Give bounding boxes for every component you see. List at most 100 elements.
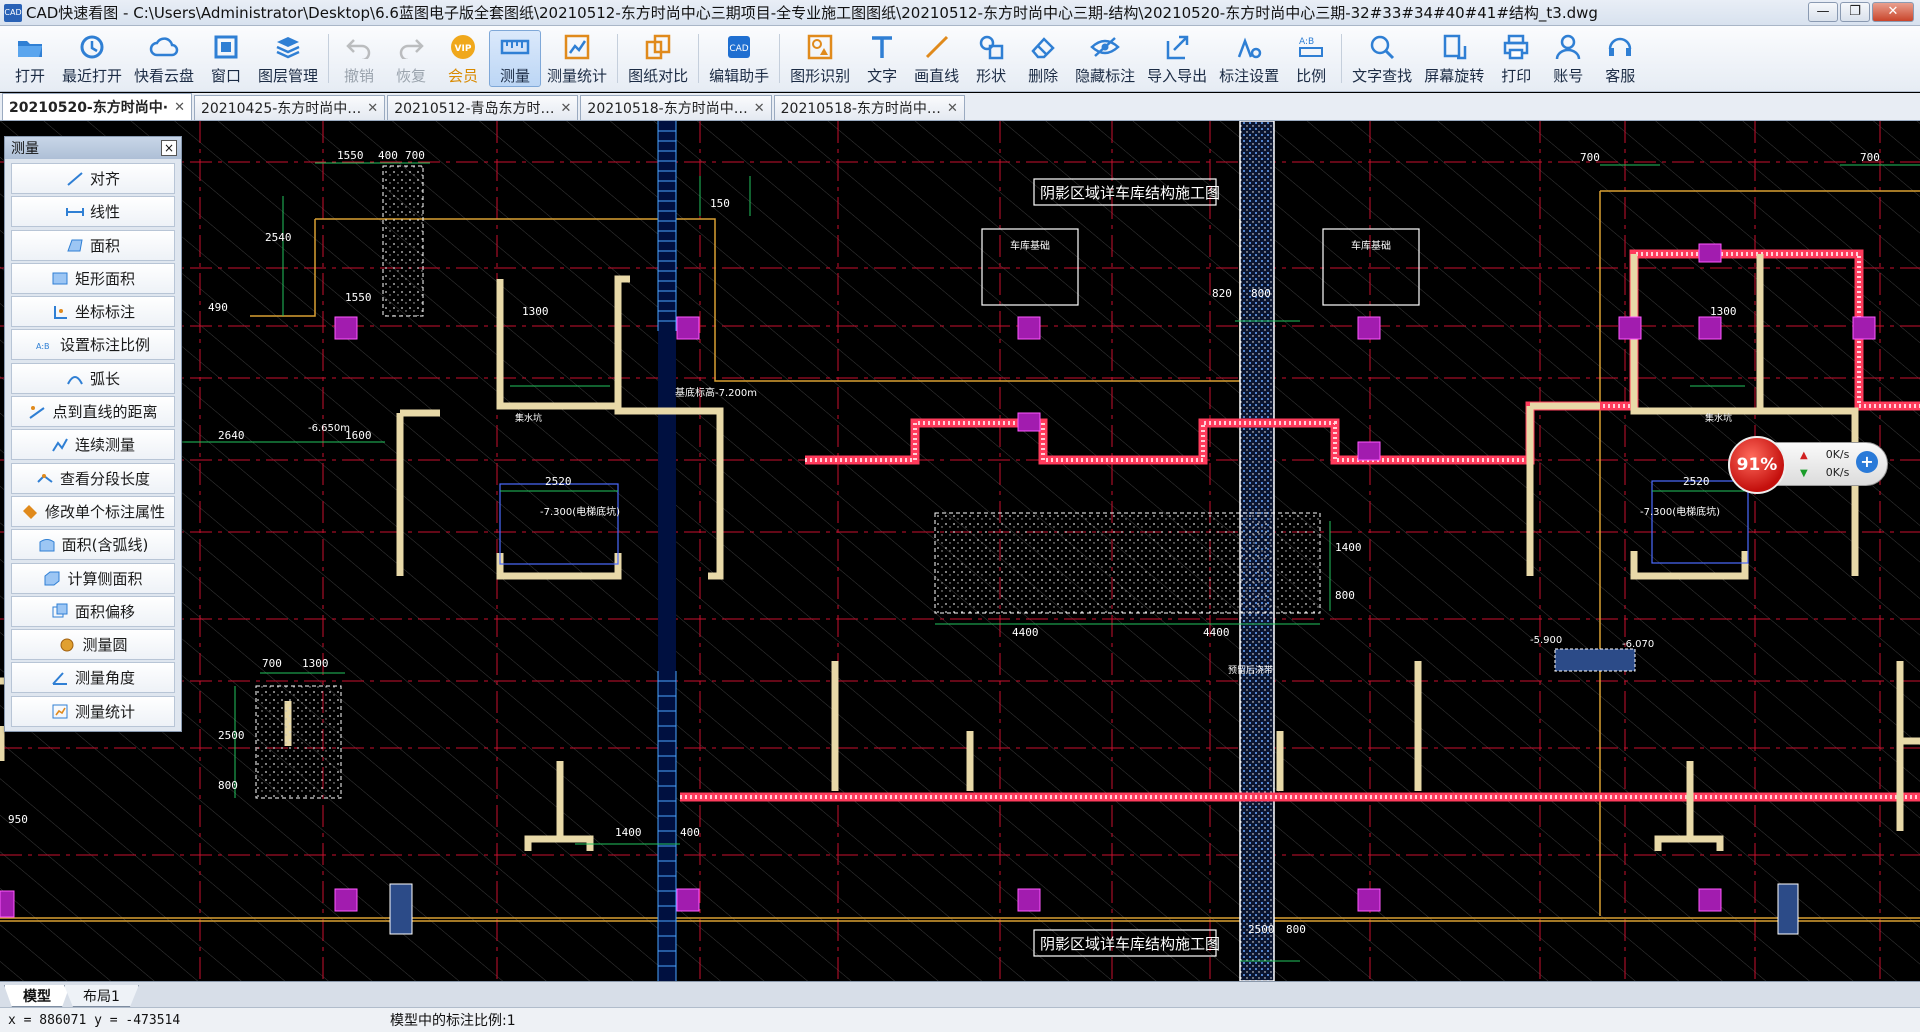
svg-text:2640: 2640 [218,429,245,442]
account-button[interactable]: 账号 [1542,26,1594,91]
support-icon [1605,32,1635,62]
draw-line-button[interactable]: 画直线 [908,26,965,91]
svg-text:490: 490 [208,301,228,314]
app-logo-icon: CAD [4,3,22,22]
svg-text:阴影区域详车库结构施工图: 阴影区域详车库结构施工图 [1040,935,1220,953]
measure-angle-button[interactable]: 测量角度 [11,662,175,694]
hide-annotation-button[interactable]: 隐藏标注 [1069,26,1141,91]
cloud-drive-button[interactable]: 快看云盘 [128,26,200,91]
scale-button[interactable]: A:B 比例 [1285,26,1337,91]
redo-button[interactable]: 恢复 [385,26,437,91]
svg-text:1300: 1300 [1710,305,1737,318]
print-button[interactable]: 打印 [1490,26,1542,91]
measure-coordinate-button[interactable]: 坐标标注 [11,296,175,328]
delete-button[interactable]: 删除 [1017,26,1069,91]
measure-area-button[interactable]: 面积 [11,229,175,261]
svg-text:2520: 2520 [545,475,572,488]
download-arrow-icon: ▼ [1800,468,1808,479]
measure-arc-area-button[interactable]: 面积(含弧线) [11,529,175,561]
memory-usage-ball[interactable]: 91% [1728,436,1786,494]
measure-panel-title: 测量 [11,141,39,157]
measure-arc-length-button[interactable]: 弧长 [11,362,175,394]
svg-text:700: 700 [1860,151,1880,164]
document-tab[interactable]: 20210518-东方时尚中… ✕ [773,95,965,120]
window-button[interactable]: 窗口 [200,26,252,91]
line-icon [922,32,952,62]
eraser-icon [1028,32,1058,62]
open-button[interactable]: 打开 [4,26,56,91]
measure-point-line-button[interactable]: 点到直线的距离 [11,396,175,428]
measure-button[interactable]: 测量 [489,30,542,87]
print-icon [1501,32,1531,62]
document-tab[interactable]: 20210520-东方时尚中· ✕ [2,93,192,120]
text-icon [867,32,897,62]
measure-set-scale-button[interactable]: A:B 设置标注比例 [11,329,175,361]
support-button[interactable]: 客服 [1594,26,1646,91]
arc-area-icon [39,538,55,552]
document-tab[interactable]: 20210518-东方时尚中… ✕ [580,95,772,120]
screen-rotate-button[interactable]: 屏幕旋转 [1418,26,1490,91]
toolbar-separator [328,34,330,83]
measure-stats-panel-button[interactable]: 测量统计 [11,695,175,727]
measure-area-offset-button[interactable]: 面积偏移 [11,595,175,627]
layer-manager-button[interactable]: 图层管理 [252,26,324,91]
network-boost-button[interactable]: + [1856,451,1878,473]
tab-close-icon[interactable]: ✕ [754,101,765,116]
cloud-icon [149,32,179,62]
svg-text:700: 700 [405,149,425,162]
svg-text:4400: 4400 [1012,626,1039,639]
tab-close-icon[interactable]: ✕ [561,101,572,116]
measure-segment-button[interactable]: 查看分段长度 [11,462,175,494]
tab-close-icon[interactable]: ✕ [367,101,378,116]
measure-linear-button[interactable]: 线性 [11,196,175,228]
vip-button[interactable]: VIP 会员 [437,26,489,91]
measure-edit-annotation-button[interactable]: 修改单个标注属性 [11,495,175,527]
title-bar: CAD CAD快速看图 - C:\Users\Administrator\Des… [0,0,1920,26]
measure-circle-button[interactable]: 测量圆 [11,629,175,661]
layout-tab-layout1[interactable]: 布局1 [64,985,139,1007]
maximize-button[interactable]: ❐ [1840,2,1870,22]
document-tab[interactable]: 20210512-青岛东方时… ✕ [387,95,579,120]
text-button[interactable]: 文字 [856,26,908,91]
annotation-settings-icon [1234,32,1264,62]
toolbar-separator [779,34,781,83]
measure-side-area-button[interactable]: 计算侧面积 [11,562,175,594]
measure-continuous-button[interactable]: 连续测量 [11,429,175,461]
toolbar-separator [617,34,619,83]
text-search-button[interactable]: 文字查找 [1346,26,1418,91]
svg-text:700: 700 [1580,151,1600,164]
import-export-button[interactable]: 导入导出 [1141,26,1213,91]
svg-text:阴影区域详车库结构施工图: 阴影区域详车库结构施工图 [1040,184,1220,202]
drawing-canvas[interactable]: 1550 400 700 150 700 700 2540 1550 490 1… [0,121,1920,981]
measure-panel-header[interactable]: 测量 × [5,137,181,159]
measure-stats-button[interactable]: 测量统计 [541,26,613,91]
rect-area-icon [52,272,68,285]
shape-recognize-button[interactable]: 图形识别 [784,26,856,91]
cad-drawing[interactable]: 1550 400 700 150 700 700 2540 1550 490 1… [0,121,1920,981]
svg-text:集水坑: 集水坑 [1705,412,1732,424]
cursor-coordinates: x = 886071 y = -473514 [8,1012,181,1028]
measure-stats-icon [562,32,592,62]
close-icon[interactable]: × [161,140,177,156]
shape-button[interactable]: 形状 [965,26,1017,91]
measure-align-button[interactable]: 对齐 [11,163,175,194]
tab-close-icon[interactable]: ✕ [947,101,958,116]
undo-button[interactable]: 撤销 [333,26,385,91]
layout-tab-model[interactable]: 模型 [4,985,70,1007]
account-icon [1553,32,1583,62]
measure-rect-area-button[interactable]: 矩形面积 [11,262,175,294]
recent-icon [77,32,107,62]
minimize-button[interactable]: — [1808,2,1838,22]
recent-open-button[interactable]: 最近打开 [56,26,128,91]
svg-text:1300: 1300 [522,305,549,318]
vip-badge-text: VIP [455,44,472,54]
annotation-settings-button[interactable]: 标注设置 [1213,26,1285,91]
close-window-button[interactable]: ✕ [1872,2,1914,22]
edit-assistant-button[interactable]: CAD 编辑助手 [703,26,775,91]
drawing-compare-button[interactable]: 图纸对比 [622,26,694,91]
tab-close-icon[interactable]: ✕ [174,100,185,115]
document-tab[interactable]: 20210425-东方时尚中… ✕ [193,95,386,120]
hide-annotation-icon [1090,32,1120,62]
window-controls: — ❐ ✕ [1808,2,1914,22]
svg-text:1400: 1400 [615,826,642,839]
